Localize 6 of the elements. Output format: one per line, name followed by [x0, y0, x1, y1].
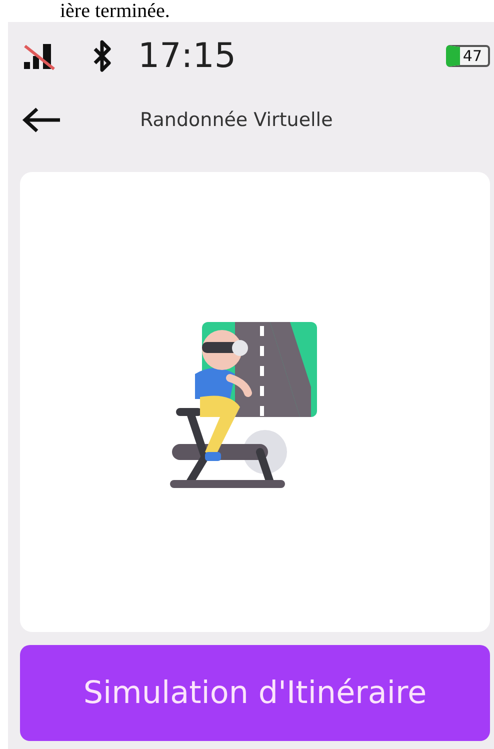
battery-indicator: 47	[446, 45, 490, 67]
clock-time: 17:15	[138, 36, 236, 76]
caption-text: ière terminée.	[59, 0, 171, 22]
screen-title: Randonnée Virtuelle	[140, 109, 333, 131]
back-arrow-icon[interactable]	[22, 107, 62, 133]
route-simulation-button[interactable]: Simulation d'Itinéraire	[20, 645, 490, 741]
